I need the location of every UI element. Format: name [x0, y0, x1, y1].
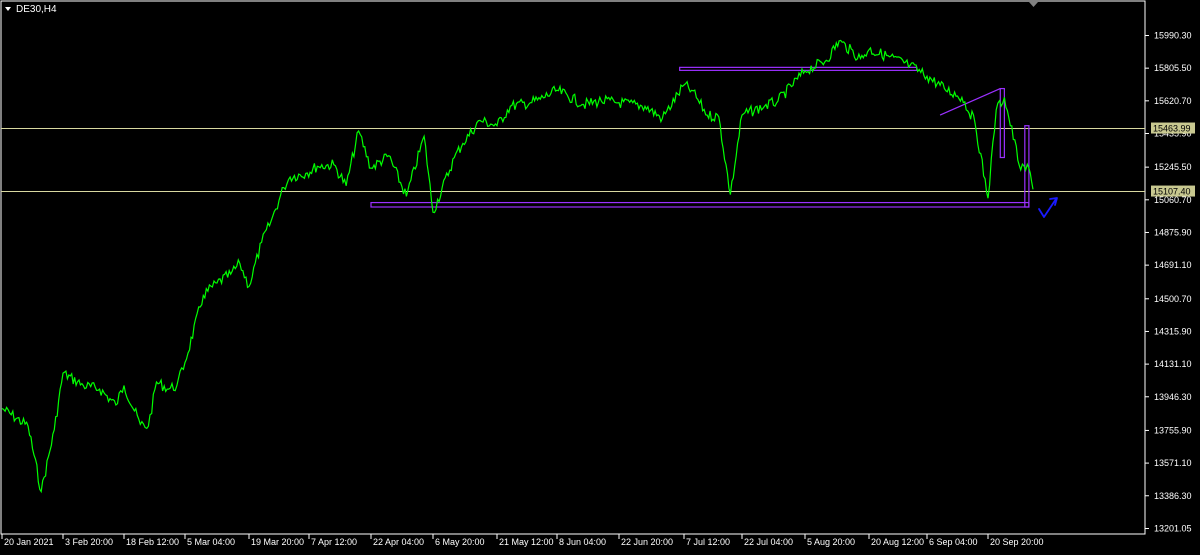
price-tick-label: 14131.10: [1154, 359, 1192, 369]
time-tick-label: 18 Feb 12:00: [126, 537, 179, 547]
price-tick-label: 13571.10: [1154, 458, 1192, 468]
time-tick-label: 20 Jan 2021: [4, 537, 54, 547]
price-tick-label: 15620.70: [1154, 96, 1192, 106]
price-tick-label: 13386.30: [1154, 491, 1192, 501]
time-tick-label: 19 Mar 20:00: [251, 537, 304, 547]
time-tick-label: 22 Jun 20:00: [621, 537, 673, 547]
price-tick-label: 13201.05: [1154, 524, 1192, 534]
time-tick-label: 8 Jun 04:00: [559, 537, 606, 547]
time-tick-label: 5 Mar 04:00: [187, 537, 235, 547]
price-tick-label: 14315.90: [1154, 326, 1192, 336]
time-tick-label: 5 Aug 20:00: [807, 537, 855, 547]
time-tick-label: 22 Jul 04:00: [744, 537, 793, 547]
time-tick-label: 20 Aug 12:00: [871, 537, 924, 547]
price-tick-label: 15245.50: [1154, 162, 1192, 172]
chart-background: [0, 0, 1200, 555]
price-tick-label: 15805.50: [1154, 63, 1192, 73]
price-tick-label: 15990.30: [1154, 31, 1192, 41]
time-tick-label: 22 Apr 04:00: [373, 537, 424, 547]
time-tick-label: 3 Feb 20:00: [65, 537, 113, 547]
price-chart[interactable]: DE30,H4 15990.3015805.5015620.7015435.90…: [0, 0, 1200, 555]
price-tick-label: 14500.70: [1154, 294, 1192, 304]
price-tick-label: 14875.90: [1154, 227, 1192, 237]
price-line-label: 15463.99: [1153, 124, 1191, 134]
price-tick-label: 14691.10: [1154, 260, 1192, 270]
chart-window[interactable]: DE30,H4 15990.3015805.5015620.7015435.90…: [0, 0, 1200, 555]
price-tick-label: 13946.30: [1154, 392, 1192, 402]
time-tick-label: 6 May 20:00: [435, 537, 485, 547]
price-tick-label: 13755.90: [1154, 425, 1192, 435]
price-line-label: 15107.40: [1153, 187, 1191, 197]
chart-title: DE30,H4: [16, 4, 57, 15]
time-tick-label: 21 May 12:00: [499, 537, 554, 547]
time-tick-label: 7 Apr 12:00: [311, 537, 357, 547]
time-tick-label: 20 Sep 20:00: [990, 537, 1044, 547]
time-tick-label: 7 Jul 12:00: [686, 537, 730, 547]
time-tick-label: 6 Sep 04:00: [929, 537, 978, 547]
